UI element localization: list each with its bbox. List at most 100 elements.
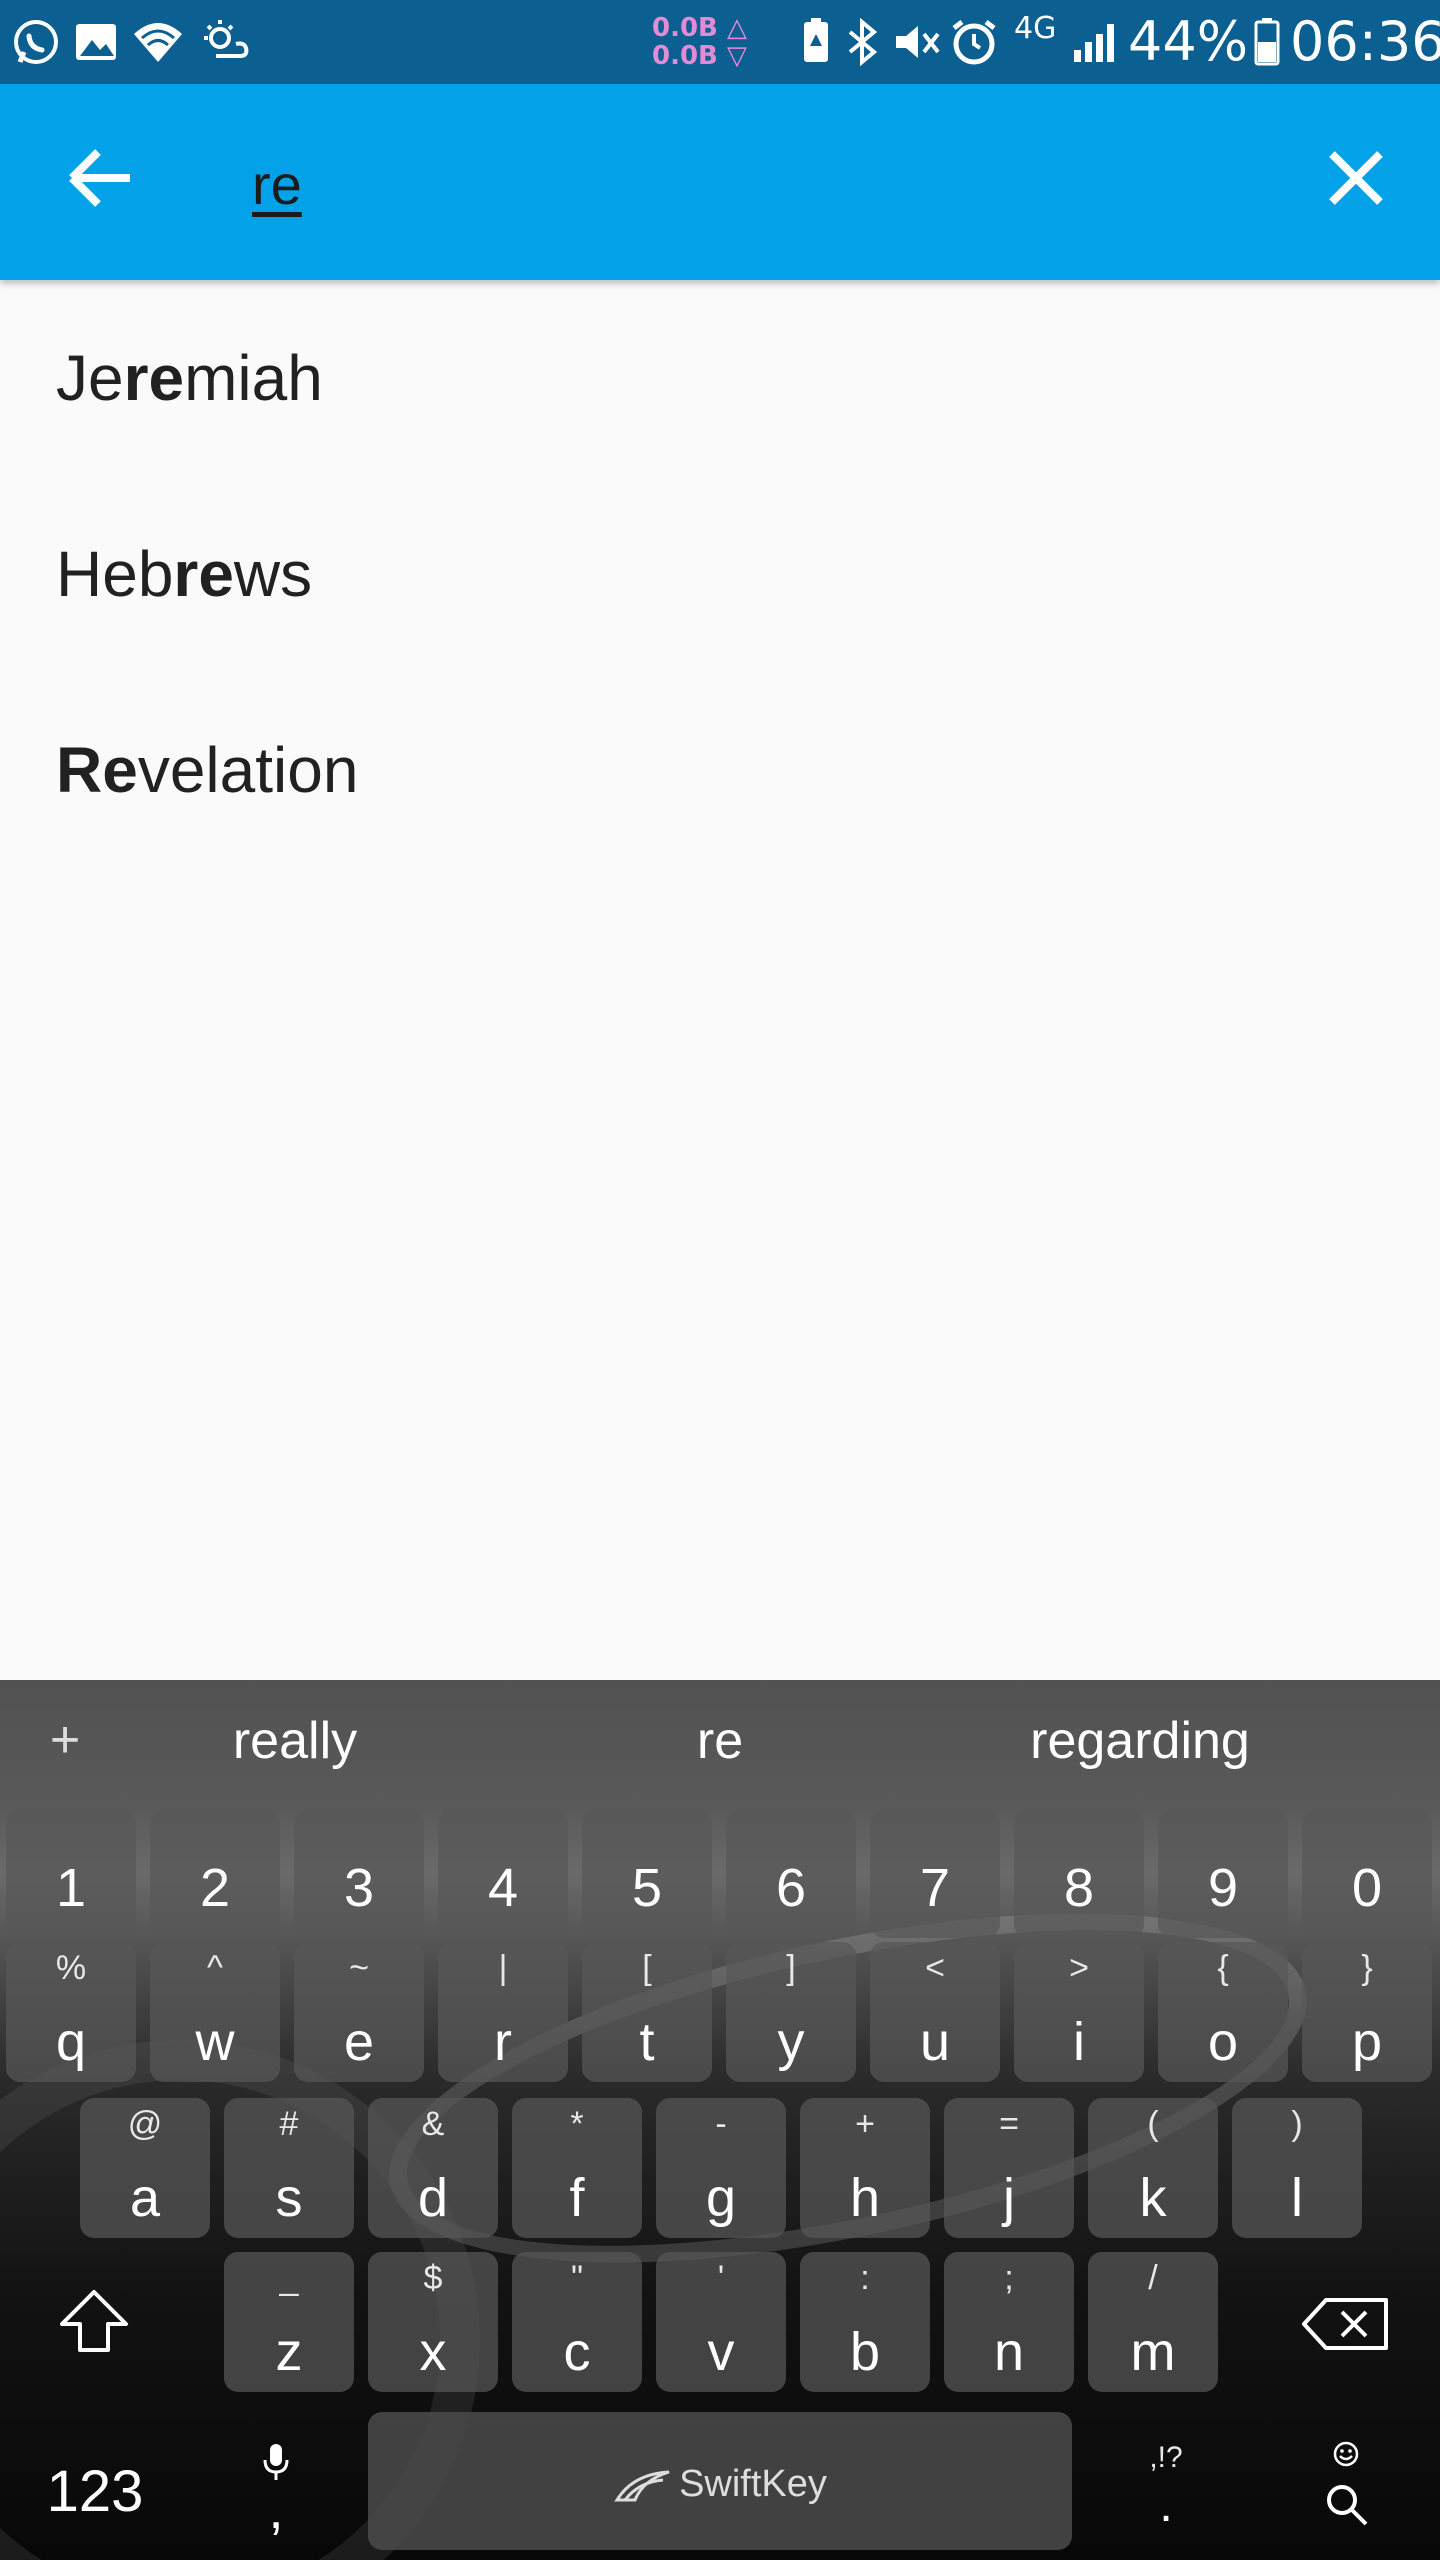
result-match: Re — [56, 734, 138, 806]
result-item-revelation[interactable]: Re velation — [0, 672, 1440, 868]
search-results-list: Je re miah Heb re ws Re velation — [0, 280, 1440, 868]
key-0[interactable]: 0 — [1302, 1810, 1432, 1938]
key-7[interactable]: 7 — [870, 1810, 1000, 1938]
key-c[interactable]: " c — [512, 2252, 642, 2392]
key-k[interactable]: (k — [1088, 2098, 1218, 2238]
key-alt-label: ; — [1004, 2259, 1014, 2297]
result-pre: Je — [56, 342, 124, 414]
key-label: 5 — [631, 1858, 663, 1918]
space-key[interactable]: SwiftKey — [368, 2412, 1072, 2550]
key-r[interactable]: | r — [438, 1942, 568, 2082]
key-w[interactable]: ^ w — [150, 1942, 280, 2082]
key-alt-label: ] — [786, 1949, 796, 1987]
key-alt-label: " — [570, 2259, 584, 2297]
key-alt-label: @ — [127, 2105, 163, 2143]
key-6[interactable]: 6 — [726, 1810, 856, 1938]
key-3[interactable]: 3 — [294, 1810, 424, 1938]
key-j[interactable]: = j — [944, 2098, 1074, 2238]
key-alt-label: ,!? — [1149, 2441, 1183, 2474]
suggestion-right[interactable]: regarding — [960, 1698, 1320, 1784]
key-s[interactable]: # s — [224, 2098, 354, 2238]
key-i[interactable]: > i — [1014, 1942, 1144, 2082]
key-t[interactable]: [t — [582, 1942, 712, 2082]
clear-search-button[interactable] — [1306, 128, 1406, 228]
back-button[interactable] — [50, 128, 150, 228]
key-label: d — [417, 2168, 449, 2228]
key-label: n — [993, 2322, 1025, 2382]
key-label: y — [777, 2012, 805, 2072]
key-label: 6 — [775, 1858, 807, 1918]
key-l[interactable]: ) l — [1232, 2098, 1362, 2238]
shift-key[interactable] — [34, 2252, 154, 2392]
key-f[interactable]: * f — [512, 2098, 642, 2238]
key-a[interactable]: @ a — [80, 2098, 210, 2238]
key-alt-label: % — [55, 1949, 87, 1987]
result-post: ws — [233, 538, 313, 610]
key-g[interactable]: -g — [656, 2098, 786, 2238]
key-label: r — [494, 2012, 512, 2072]
result-item-jeremiah[interactable]: Je re miah — [0, 280, 1440, 476]
key-8[interactable]: 8 — [1014, 1810, 1144, 1938]
period-key[interactable]: ,!? . — [1106, 2428, 1226, 2550]
key-label: 2 — [199, 1858, 231, 1918]
brand-label: SwiftKey — [679, 2463, 827, 2505]
key-label: h — [849, 2168, 881, 2228]
search-input[interactable] — [252, 144, 1252, 224]
key-d[interactable]: & d — [368, 2098, 498, 2238]
key-label: c — [563, 2322, 591, 2382]
key-n[interactable]: ; n — [944, 2252, 1074, 2392]
result-item-hebrews[interactable]: Heb re ws — [0, 476, 1440, 672]
result-match: re — [123, 342, 185, 414]
key-h[interactable]: + h — [800, 2098, 930, 2238]
key-label: i — [1073, 2012, 1085, 2072]
result-post: velation — [137, 734, 359, 806]
result-match: re — [173, 538, 234, 610]
key-alt-label: # — [279, 2105, 299, 2143]
key-o[interactable]: {o — [1158, 1942, 1288, 2082]
key-4[interactable]: 4 — [438, 1810, 568, 1938]
key-alt-label: ' — [717, 2259, 725, 2297]
key-2[interactable]: 2 — [150, 1810, 280, 1938]
key-alt-label: & — [421, 2105, 445, 2143]
key-1[interactable]: 1 — [6, 1810, 136, 1938]
key-z[interactable]: _ z — [224, 2252, 354, 2392]
suggestion-center[interactable]: re — [560, 1698, 880, 1784]
key-label: 9 — [1207, 1858, 1239, 1918]
smiley-icon — [1333, 2441, 1359, 2467]
key-9[interactable]: 9 — [1158, 1810, 1288, 1938]
suggestion-left[interactable]: really — [130, 1698, 460, 1784]
battery-icon — [1254, 18, 1280, 66]
key-x[interactable]: $ x — [368, 2252, 498, 2392]
search-icon — [1327, 2485, 1368, 2526]
key-b[interactable]: :b — [800, 2252, 930, 2392]
toolbar-expand-button[interactable]: + — [40, 1700, 90, 1780]
key-q[interactable]: % q — [6, 1942, 136, 2082]
whatsapp-icon — [14, 20, 58, 64]
key-label: u — [919, 2012, 951, 2072]
comma-key[interactable]: , — [216, 2428, 336, 2550]
key-alt-label: | — [498, 1949, 508, 1987]
arrow-back-icon — [69, 149, 130, 207]
key-p[interactable]: } p — [1302, 1942, 1432, 2082]
key-5[interactable]: 5 — [582, 1810, 712, 1938]
key-v[interactable]: ' v — [656, 2252, 786, 2392]
key-u[interactable]: < u — [870, 1942, 1000, 2082]
key-label: z — [275, 2322, 303, 2382]
backspace-key[interactable] — [1286, 2252, 1406, 2392]
search-toolbar — [0, 84, 1440, 280]
search-key[interactable] — [1286, 2428, 1406, 2550]
key-e[interactable]: ~ e — [294, 1942, 424, 2082]
wifi-icon — [134, 23, 182, 62]
clock: 06:36 — [1290, 10, 1440, 73]
key-label: f — [569, 2168, 585, 2228]
shift-arrow-icon — [60, 2290, 128, 2352]
backspace-icon — [1302, 2298, 1388, 2350]
numbers-switch-key[interactable]: 123 — [20, 2428, 170, 2550]
key-m[interactable]: / m — [1088, 2252, 1218, 2392]
key-alt-label: > — [1069, 1949, 1089, 1987]
key-label: j — [1003, 2168, 1015, 2228]
key-label: q — [55, 2012, 87, 2072]
key-label: 8 — [1063, 1858, 1095, 1918]
key-y[interactable]: ] y — [726, 1942, 856, 2082]
key-alt-label: + — [855, 2105, 875, 2143]
